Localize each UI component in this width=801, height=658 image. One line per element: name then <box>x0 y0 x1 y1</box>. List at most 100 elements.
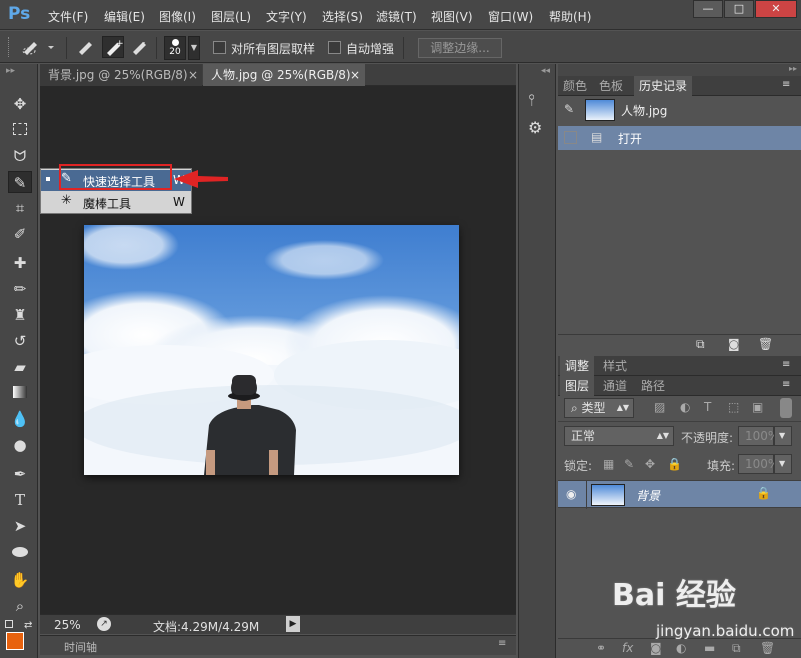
brush-presets-icon[interactable]: ⫯ <box>528 90 535 110</box>
tab-close-icon[interactable]: × <box>350 64 360 86</box>
history-brush-source-icon[interactable]: ✎ <box>564 102 574 116</box>
status-menu-arrow-icon[interactable]: ▶ <box>286 616 300 632</box>
marquee-tool-icon[interactable] <box>13 123 27 135</box>
filter-smart-object-icon[interactable]: ▣ <box>752 400 763 414</box>
add-to-selection-icon[interactable]: + <box>102 36 124 58</box>
menu-select[interactable]: 选择(S) <box>322 8 363 25</box>
menu-layer[interactable]: 图层(L) <box>211 8 251 25</box>
panel-menu-icon[interactable]: ≡ <box>498 638 506 649</box>
layer-row[interactable]: ◉ 背景 🔒 <box>558 480 801 509</box>
menu-type[interactable]: 文字(Y) <box>266 8 307 25</box>
new-selection-icon[interactable] <box>76 38 96 56</box>
auto-enhance-checkbox[interactable] <box>328 41 341 54</box>
tab-adjustments[interactable]: 调整 <box>560 356 595 376</box>
opacity-dropdown[interactable]: ▼ <box>774 426 792 446</box>
filter-pixel-icon[interactable]: ▨ <box>654 400 665 414</box>
link-layers-icon[interactable]: ⚭ <box>596 641 606 655</box>
healing-brush-tool-icon[interactable]: ✚ <box>8 252 32 274</box>
new-group-icon[interactable]: ▬ <box>704 641 715 655</box>
tab-styles[interactable]: 样式 <box>598 356 632 376</box>
dodge-tool-icon[interactable]: ● <box>8 434 32 456</box>
new-layer-icon[interactable]: ⧉ <box>732 641 741 656</box>
flyout-item-magic-wand[interactable]: ✳ 魔棒工具 W <box>41 192 191 213</box>
tab-paths[interactable]: 路径 <box>636 376 670 396</box>
pen-tool-icon[interactable]: ✒ <box>8 463 32 485</box>
minimize-button[interactable]: — <box>693 0 723 18</box>
quick-selection-tool-preset-icon[interactable] <box>20 38 56 56</box>
hand-tool-icon[interactable]: ✋ <box>8 569 32 591</box>
history-state-checkbox[interactable] <box>564 131 577 144</box>
path-selection-tool-icon[interactable]: ➤ <box>8 515 32 537</box>
zoom-tool-icon[interactable]: ⌕ <box>8 595 32 617</box>
lasso-tool-icon[interactable]: ᗢ <box>8 145 32 167</box>
tab-close-icon[interactable]: × <box>188 64 198 86</box>
lock-position-icon[interactable]: ✥ <box>645 457 655 471</box>
blend-mode-select[interactable]: 正常 ▲▼ <box>564 426 674 446</box>
history-snapshot[interactable]: ✎ 人物.jpg <box>558 97 801 125</box>
visibility-eye-icon[interactable]: ◉ <box>566 487 576 501</box>
crop-tool-icon[interactable]: ⌗ <box>8 197 32 219</box>
zoom-level[interactable]: 25% <box>54 618 81 632</box>
add-mask-icon[interactable]: ◙ <box>650 641 662 655</box>
share-icon[interactable]: ↗ <box>97 617 111 631</box>
filter-toggle[interactable] <box>780 398 792 418</box>
layer-style-icon[interactable]: fx <box>622 641 633 655</box>
layer-name[interactable]: 背景 <box>636 487 660 504</box>
panel-menu-icon[interactable]: ≡ <box>782 359 790 370</box>
layer-filter-kind-select[interactable]: ⌕ 类型 ▲▼ <box>564 398 634 418</box>
menu-file[interactable]: 文件(F) <box>48 8 88 25</box>
filter-adjustment-icon[interactable]: ◐ <box>680 400 690 414</box>
tab-color[interactable]: 颜色 <box>558 76 592 96</box>
trash-icon[interactable]: 🗑 <box>758 337 773 351</box>
panel-menu-icon[interactable]: ≡ <box>782 379 790 390</box>
tab-swatches[interactable]: 色板 <box>594 76 628 96</box>
camera-icon[interactable]: ◙ <box>728 337 740 351</box>
history-state-row[interactable]: ▤ 打开 <box>558 126 801 150</box>
blur-tool-icon[interactable]: 💧 <box>8 408 32 430</box>
default-colors-icon[interactable] <box>5 620 13 628</box>
menu-edit[interactable]: 编辑(E) <box>104 8 145 25</box>
close-button[interactable]: ✕ <box>755 0 797 18</box>
swap-colors-icon[interactable]: ⇄ <box>24 620 32 631</box>
menu-image[interactable]: 图像(I) <box>159 8 196 25</box>
opacity-field[interactable]: 100% <box>738 426 779 446</box>
filter-shape-icon[interactable]: ⬚ <box>728 400 739 414</box>
menu-filter[interactable]: 滤镜(T) <box>376 8 417 25</box>
brush-picker[interactable]: 20 <box>164 36 186 60</box>
menu-view[interactable]: 视图(V) <box>431 8 473 25</box>
move-tool-icon[interactable]: ✥ <box>8 93 32 115</box>
ellipse-tool-icon[interactable] <box>8 541 32 563</box>
lock-transparency-icon[interactable]: ▦ <box>603 457 614 471</box>
tab-background-jpg[interactable]: 背景.jpg @ 25%(RGB/8) × <box>40 64 202 86</box>
tab-channels[interactable]: 通道 <box>598 376 632 396</box>
delete-layer-icon[interactable]: 🗑 <box>760 641 775 655</box>
panel-menu-icon[interactable]: ≡ <box>782 79 790 90</box>
subtract-from-selection-icon[interactable]: - <box>130 38 150 56</box>
quick-selection-tool-icon[interactable]: ✎ <box>8 171 32 193</box>
clone-stamp-tool-icon[interactable]: ♜ <box>8 304 32 326</box>
refine-edge-button[interactable]: 调整边缘... <box>418 38 502 58</box>
fill-field[interactable]: 100% <box>738 454 779 474</box>
fill-dropdown[interactable]: ▼ <box>774 454 792 474</box>
menu-window[interactable]: 窗口(W) <box>488 8 533 25</box>
gradient-tool-icon[interactable] <box>8 382 32 404</box>
brush-picker-dropdown[interactable]: ▼ <box>188 36 200 60</box>
collapse-icon[interactable]: ▸▸ <box>558 64 801 76</box>
tab-layers[interactable]: 图层 <box>560 376 595 396</box>
new-document-from-state-icon[interactable]: ⧉ <box>696 337 705 352</box>
sample-all-layers-checkbox[interactable] <box>213 41 226 54</box>
filter-type-icon[interactable]: T <box>704 400 711 414</box>
foreground-color-swatch[interactable] <box>6 632 24 650</box>
new-adjustment-layer-icon[interactable]: ◐ <box>676 641 686 655</box>
tab-history[interactable]: 历史记录 <box>634 76 693 96</box>
timeline-label[interactable]: 时间轴 <box>64 639 97 655</box>
tool-presets-icon[interactable]: ⚙ <box>528 118 542 137</box>
collapse-icon[interactable]: ▸▸ <box>6 66 15 76</box>
brush-tool-icon[interactable]: ✏ <box>8 278 32 300</box>
eraser-tool-icon[interactable]: ▰ <box>8 356 32 378</box>
tab-person-jpg[interactable]: 人物.jpg @ 25%(RGB/8) × <box>203 64 365 86</box>
lock-all-icon[interactable]: 🔒 <box>667 457 682 471</box>
restore-button[interactable]: □ <box>724 0 754 18</box>
eyedropper-tool-icon[interactable]: ✐ <box>8 223 32 245</box>
history-brush-tool-icon[interactable]: ↺ <box>8 330 32 352</box>
